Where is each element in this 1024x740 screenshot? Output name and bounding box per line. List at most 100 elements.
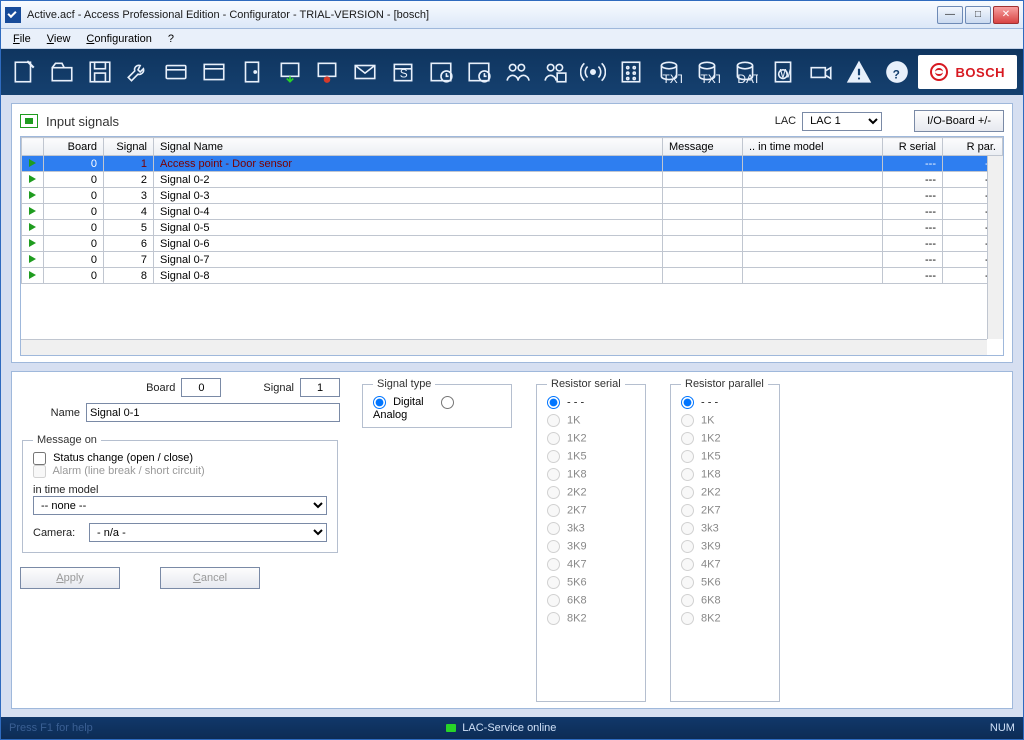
res-parallel-option: 4K7 — [681, 558, 769, 571]
res-parallel-option: 1K — [681, 414, 769, 427]
help-icon[interactable]: ? — [880, 55, 914, 89]
res-parallel-option: 2K7 — [681, 504, 769, 517]
col-board[interactable]: Board — [44, 138, 104, 156]
res-parallel-option: 6K8 — [681, 594, 769, 607]
app-icon — [5, 7, 21, 23]
status-help: Press F1 for help — [9, 722, 93, 734]
message-on-legend: Message on — [33, 434, 101, 446]
res-serial-option: 1K — [547, 414, 635, 427]
col-r-serial[interactable]: R serial — [883, 138, 943, 156]
svg-text:TXT: TXT — [700, 72, 720, 85]
res-serial-option: 2K7 — [547, 504, 635, 517]
svg-text:TXT: TXT — [662, 72, 682, 85]
wrench-icon[interactable] — [121, 55, 155, 89]
io-board-button[interactable]: I/O-Board +/- — [914, 110, 1004, 132]
save-icon[interactable] — [83, 55, 117, 89]
grid-vscroll[interactable] — [987, 156, 1003, 339]
name-field[interactable] — [86, 403, 340, 422]
new-icon[interactable] — [7, 55, 41, 89]
signals-grid[interactable]: BoardSignalSignal NameMessage.. in time … — [20, 136, 1004, 356]
board-label: Board — [115, 382, 175, 394]
window-title: Active.acf - Access Professional Edition… — [27, 9, 937, 21]
menu-file[interactable]: File — [7, 31, 37, 47]
svg-text:?: ? — [892, 68, 899, 82]
table-row[interactable]: 03Signal 0-3------ — [22, 188, 1003, 204]
row-arrow-icon — [29, 271, 36, 279]
res-parallel-option: 3k3 — [681, 522, 769, 535]
doc-w-icon[interactable]: W — [766, 55, 800, 89]
minimize-button[interactable]: — — [937, 6, 963, 24]
res-serial-option[interactable]: - - - — [547, 396, 635, 409]
close-button[interactable]: ✕ — [993, 6, 1019, 24]
card-icon[interactable] — [159, 55, 193, 89]
resistor-serial-group: Resistor serial - - - 1K 1K2 1K5 1K8 2K2… — [536, 378, 646, 702]
app-window: Active.acf - Access Professional Edition… — [0, 0, 1024, 740]
status-change-checkbox[interactable]: Status change (open / close) — [33, 452, 193, 464]
db-txt1-icon[interactable]: TXT — [652, 55, 686, 89]
board-field[interactable] — [181, 378, 221, 397]
signal-label: Signal — [263, 382, 294, 394]
col-signal-name[interactable]: Signal Name — [154, 138, 663, 156]
col--in-time-model[interactable]: .. in time model — [743, 138, 883, 156]
camera-select[interactable]: - n/a - — [89, 523, 327, 542]
db-txt2-icon[interactable]: TXT — [690, 55, 724, 89]
table-row[interactable]: 04Signal 0-4------ — [22, 204, 1003, 220]
input-red-icon[interactable] — [311, 55, 345, 89]
res-serial-option: 1K5 — [547, 450, 635, 463]
door-icon[interactable] — [235, 55, 269, 89]
table-row[interactable]: 08Signal 0-8------ — [22, 268, 1003, 284]
bosch-text: BOSCH — [956, 65, 1005, 80]
name-label: Name — [20, 407, 80, 419]
detail-panel: Board Signal Name Message on Status chan… — [11, 371, 1013, 709]
clock1-icon[interactable] — [424, 55, 458, 89]
res-serial-option: 4K7 — [547, 558, 635, 571]
col-arrow[interactable] — [22, 138, 44, 156]
input-down-icon[interactable] — [273, 55, 307, 89]
menu-help[interactable]: ? — [162, 31, 180, 47]
table-row[interactable]: 07Signal 0-7------ — [22, 252, 1003, 268]
time-model-select[interactable]: -- none -- — [33, 496, 327, 515]
col-signal[interactable]: Signal — [104, 138, 154, 156]
row-arrow-icon — [29, 159, 36, 167]
menu-view[interactable]: View — [41, 31, 77, 47]
table-row[interactable]: 05Signal 0-5------ — [22, 220, 1003, 236]
maximize-button[interactable]: □ — [965, 6, 991, 24]
res-parallel-option[interactable]: - - - — [681, 396, 769, 409]
menu-configuration[interactable]: Configuration — [80, 31, 157, 47]
warning-icon[interactable] — [842, 55, 876, 89]
grid-hscroll[interactable] — [21, 339, 987, 355]
lac-select[interactable]: LAC 1 — [802, 112, 882, 131]
col-message[interactable]: Message — [663, 138, 743, 156]
broadcast-icon[interactable] — [576, 55, 610, 89]
open-icon[interactable] — [45, 55, 79, 89]
table-row[interactable]: 02Signal 0-2------ — [22, 172, 1003, 188]
camera-icon[interactable] — [804, 55, 838, 89]
keypad-icon[interactable] — [614, 55, 648, 89]
signal-field[interactable] — [300, 378, 340, 397]
people-icon[interactable] — [500, 55, 534, 89]
people2-icon[interactable] — [538, 55, 572, 89]
res-serial-option: 3k3 — [547, 522, 635, 535]
resistor-parallel-legend: Resistor parallel — [681, 378, 768, 390]
table-row[interactable]: 01Access point - Door sensor------ — [22, 156, 1003, 172]
col-r-par-[interactable]: R par. — [943, 138, 1003, 156]
row-arrow-icon — [29, 223, 36, 231]
panel-icon[interactable] — [197, 55, 231, 89]
table-row[interactable]: 06Signal 0-6------ — [22, 236, 1003, 252]
num-indicator: NUM — [990, 722, 1015, 734]
apply-button[interactable]: Apply — [20, 567, 120, 589]
row-arrow-icon — [29, 175, 36, 183]
db-data-icon[interactable]: DATA — [728, 55, 762, 89]
input-signals-icon — [20, 114, 38, 128]
cancel-button[interactable]: Cancel — [160, 567, 260, 589]
envelope-icon[interactable] — [348, 55, 382, 89]
clock2-icon[interactable] — [462, 55, 496, 89]
input-signals-panel: Input signals LAC LAC 1 I/O-Board +/- Bo… — [11, 103, 1013, 363]
res-parallel-option: 1K8 — [681, 468, 769, 481]
digital-radio[interactable]: Digital — [373, 396, 424, 408]
res-serial-option: 1K8 — [547, 468, 635, 481]
menubar: File View Configuration ? — [1, 29, 1023, 49]
schedule-icon[interactable]: S — [386, 55, 420, 89]
res-serial-option: 6K8 — [547, 594, 635, 607]
row-arrow-icon — [29, 255, 36, 263]
